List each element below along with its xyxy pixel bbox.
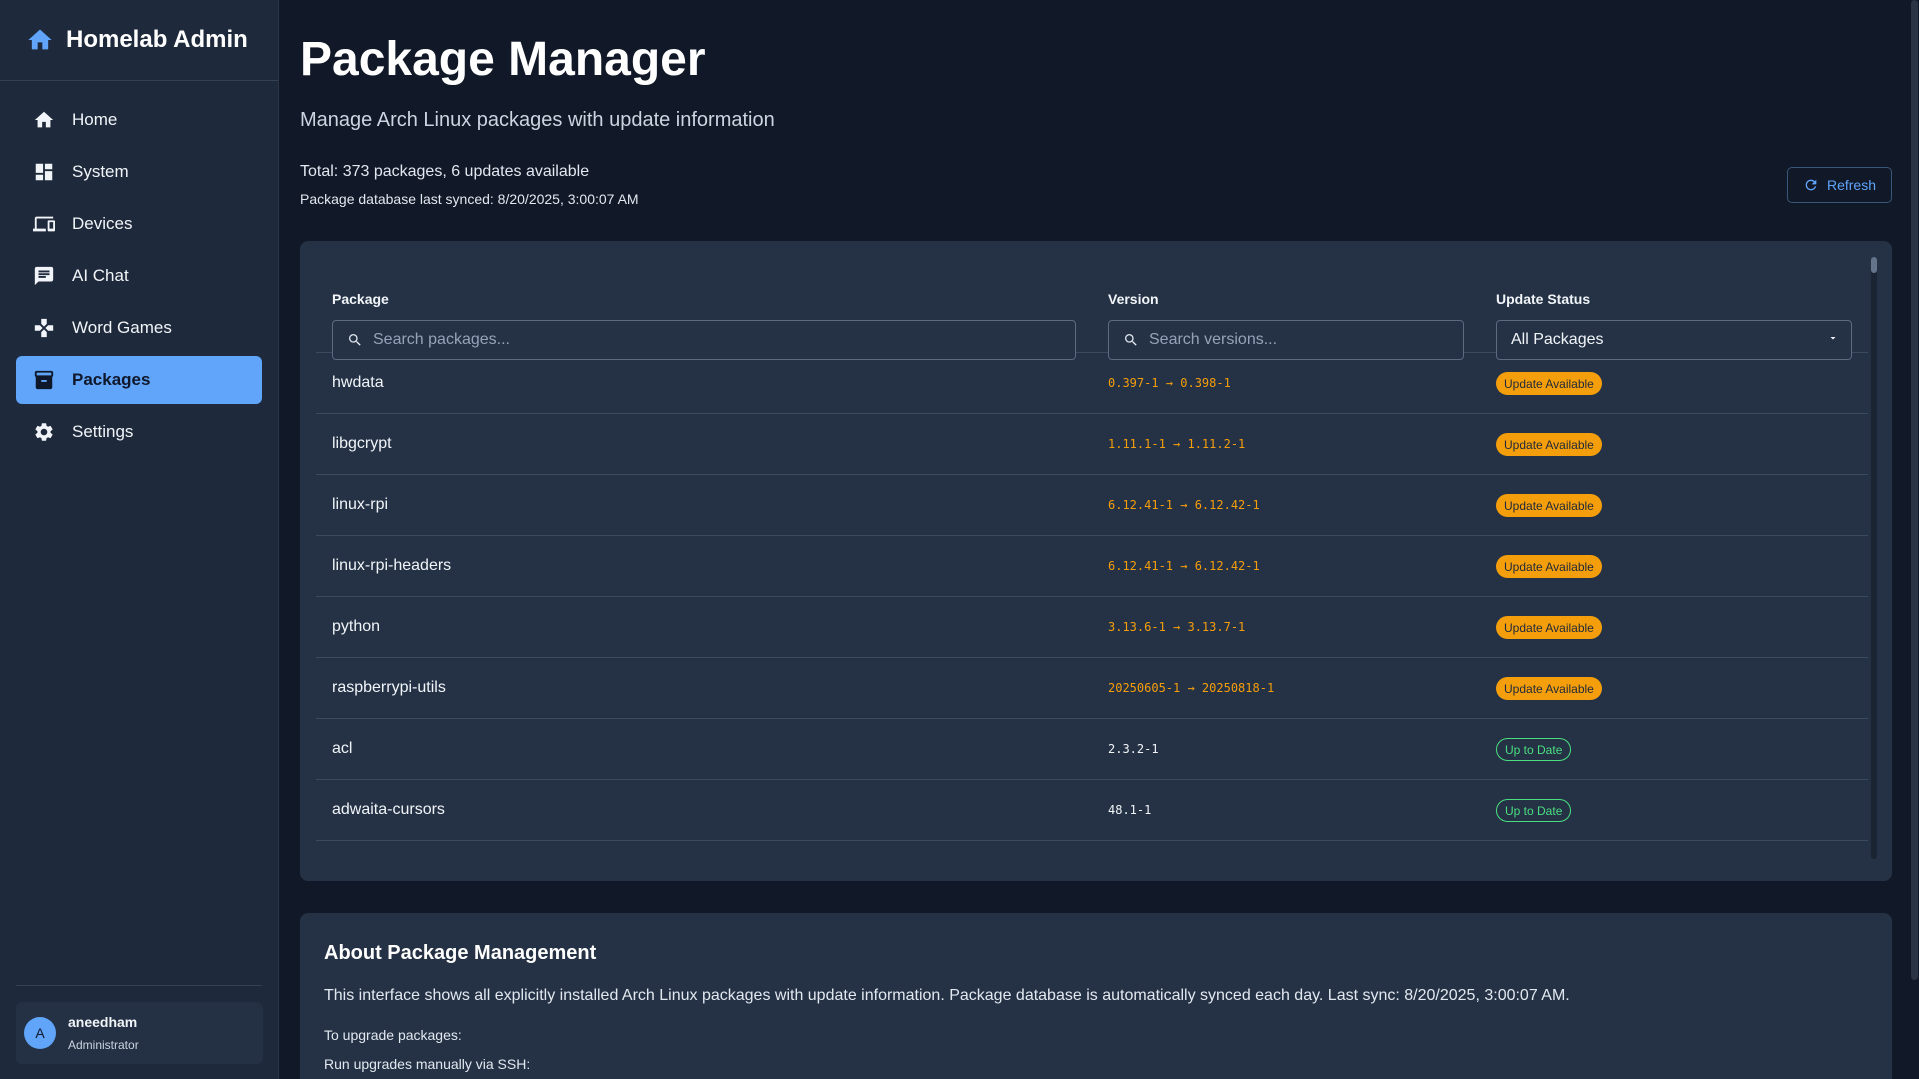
home-icon xyxy=(32,108,56,132)
gamepad-icon xyxy=(32,316,56,340)
column-header-status: Update Status xyxy=(1496,291,1591,307)
table-row[interactable]: linux-rpi-headers 6.12.41-1 → 6.12.42-1 Up… xyxy=(316,536,1868,597)
page-subtitle: Manage Arch Linux packages with update i… xyxy=(300,109,775,131)
table-row[interactable]: libgcrypt 1.11.1-1 → 1.11.2-1 Update Avail… xyxy=(316,414,1868,475)
status-badge: Update Available xyxy=(1496,372,1602,395)
table-scrollbar-thumb[interactable] xyxy=(1871,257,1877,273)
package-name: acl xyxy=(332,740,353,757)
status-badge: Update Available xyxy=(1496,555,1602,578)
column-header-version: Version xyxy=(1108,291,1159,307)
status-badge: Update Available xyxy=(1496,677,1602,700)
page-scrollbar-thumb[interactable] xyxy=(1911,0,1918,980)
about-card: About Package Management This interface … xyxy=(300,913,1892,1079)
status-badge: Up to Date xyxy=(1496,799,1572,822)
sidebar-item-packages[interactable]: Packages xyxy=(16,356,262,404)
sidebar-item-label: System xyxy=(72,162,129,181)
table-row[interactable]: python 3.13.6-1 → 3.13.7-1 Update Availabl… xyxy=(316,597,1868,658)
avatar: A xyxy=(24,1017,56,1049)
package-name: hwdata xyxy=(332,374,384,391)
status-filter-value: All Packages xyxy=(1511,331,1604,348)
table-row[interactable]: hwdata 0.397-1 → 0.398-1 Update Available xyxy=(316,353,1868,414)
chat-icon xyxy=(32,264,56,288)
table-header: Package Version Update Status All Packag… xyxy=(316,257,1868,360)
package-stats: Total: 373 packages, 6 updates available xyxy=(300,163,590,180)
sidebar-divider xyxy=(16,985,262,986)
table-row[interactable]: adwaita-cursors 48.1-1 Up to Date xyxy=(316,780,1868,841)
about-title: About Package Management xyxy=(324,942,597,964)
package-version: 48.1-1 xyxy=(1108,803,1152,817)
package-version: 2.3.2-1 xyxy=(1108,742,1159,756)
dropdown-arrow-icon xyxy=(1827,331,1839,349)
table-row[interactable]: raspberrypi-utils 20250605-1 → 20250818-1… xyxy=(316,658,1868,719)
page-scrollbar[interactable] xyxy=(1910,0,1919,1079)
package-table: Package Version Update Status All Packag… xyxy=(316,257,1868,859)
package-name: libgcrypt xyxy=(332,435,392,452)
sidebar: Homelab Admin Home System Devices AI Cha… xyxy=(0,0,279,1079)
package-version: 0.397-1 → 0.398-1 xyxy=(1108,376,1231,390)
package-search-input[interactable] xyxy=(373,331,1029,349)
version-search-input[interactable] xyxy=(1149,331,1455,349)
sidebar-item-ai-chat[interactable]: AI Chat xyxy=(16,252,262,300)
sidebar-item-settings[interactable]: Settings xyxy=(16,408,262,456)
sidebar-item-label: Settings xyxy=(72,422,134,441)
table-row[interactable]: linux-rpi 6.12.41-1 → 6.12.42-1 Update Ava… xyxy=(316,475,1868,536)
table-body: hwdata 0.397-1 → 0.398-1 Update Available l… xyxy=(316,353,1868,841)
sidebar-item-label: AI Chat xyxy=(72,266,129,285)
package-version: 6.12.41-1 → 6.12.42-1 xyxy=(1108,559,1260,573)
sidebar-item-devices[interactable]: Devices xyxy=(16,200,262,248)
package-name: adwaita-cursors xyxy=(332,801,445,818)
dashboard-icon xyxy=(32,160,56,184)
sidebar-item-label: Home xyxy=(72,110,118,129)
sidebar-item-home[interactable]: Home xyxy=(16,96,262,144)
package-version: 1.11.1-1 → 1.11.2-1 xyxy=(1108,437,1246,451)
package-name: linux-rpi-headers xyxy=(332,557,452,574)
page-title: Package Manager xyxy=(300,33,706,86)
refresh-icon xyxy=(1803,177,1819,193)
home-logo-icon xyxy=(26,26,54,54)
status-badge: Update Available xyxy=(1496,494,1602,517)
about-upgrade-label: To upgrade packages: xyxy=(324,1027,462,1043)
column-header-package: Package xyxy=(332,291,389,307)
sidebar-item-label: Word Games xyxy=(72,318,172,337)
package-name: python xyxy=(332,618,381,635)
status-badge: Up to Date xyxy=(1496,738,1572,761)
table-row[interactable]: acl 2.3.2-1 Up to Date xyxy=(316,719,1868,780)
sidebar-item-label: Devices xyxy=(72,214,133,233)
gear-icon xyxy=(32,420,56,444)
brand[interactable]: Homelab Admin xyxy=(0,0,278,81)
search-icon xyxy=(347,332,363,348)
about-description: This interface shows all explicitly inst… xyxy=(324,987,1570,1004)
last-synced: Package database last synced: 8/20/2025,… xyxy=(300,191,639,207)
user-card[interactable]: A aneedham Administrator xyxy=(16,1002,263,1064)
sidebar-item-system[interactable]: System xyxy=(16,148,262,196)
archive-icon xyxy=(32,368,56,392)
sidebar-nav: Home System Devices AI Chat Word Games P… xyxy=(0,81,278,456)
table-scrollbar[interactable] xyxy=(1871,257,1877,859)
brand-title: Homelab Admin xyxy=(66,26,248,53)
refresh-button[interactable]: Refresh xyxy=(1787,167,1892,203)
refresh-label: Refresh xyxy=(1826,177,1877,193)
status-badge: Update Available xyxy=(1496,433,1602,456)
package-name: linux-rpi xyxy=(332,496,389,513)
user-name: aneedham xyxy=(68,1014,138,1030)
status-badge: Update Available xyxy=(1496,616,1602,639)
package-version: 3.13.6-1 → 3.13.7-1 xyxy=(1108,620,1246,634)
package-name: raspberrypi-utils xyxy=(332,679,446,696)
sidebar-item-label: Packages xyxy=(72,370,151,389)
sidebar-item-word-games[interactable]: Word Games xyxy=(16,304,262,352)
search-icon xyxy=(1123,332,1139,348)
about-ssh-label: Run upgrades manually via SSH: xyxy=(324,1056,531,1072)
package-table-card: Package Version Update Status All Packag… xyxy=(300,241,1892,881)
package-version: 20250605-1 → 20250818-1 xyxy=(1108,681,1275,695)
user-role: Administrator xyxy=(68,1038,139,1052)
package-version: 6.12.41-1 → 6.12.42-1 xyxy=(1108,498,1260,512)
devices-icon xyxy=(32,212,56,236)
